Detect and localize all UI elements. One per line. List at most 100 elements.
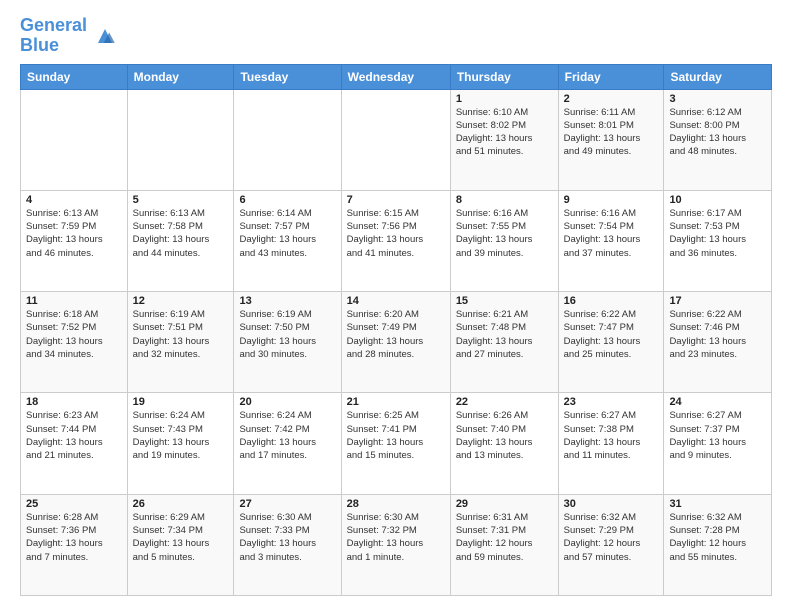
day-number: 18	[26, 396, 122, 408]
day-number: 8	[456, 194, 553, 206]
day-info: Sunrise: 6:19 AM Sunset: 7:50 PM Dayligh…	[239, 308, 335, 361]
day-number: 1	[456, 93, 553, 105]
weekday-header: Monday	[127, 64, 234, 89]
calendar-cell: 25Sunrise: 6:28 AM Sunset: 7:36 PM Dayli…	[21, 494, 128, 595]
page: General Blue SundayMondayTuesdayWednesda…	[0, 0, 792, 612]
logo-blue-text: Blue	[20, 35, 59, 55]
day-info: Sunrise: 6:19 AM Sunset: 7:51 PM Dayligh…	[133, 308, 229, 361]
calendar-week-row: 4Sunrise: 6:13 AM Sunset: 7:59 PM Daylig…	[21, 190, 772, 291]
day-number: 31	[669, 498, 766, 510]
calendar-cell: 18Sunrise: 6:23 AM Sunset: 7:44 PM Dayli…	[21, 393, 128, 494]
day-info: Sunrise: 6:30 AM Sunset: 7:32 PM Dayligh…	[347, 511, 445, 564]
day-info: Sunrise: 6:32 AM Sunset: 7:28 PM Dayligh…	[669, 511, 766, 564]
day-info: Sunrise: 6:32 AM Sunset: 7:29 PM Dayligh…	[564, 511, 659, 564]
calendar-cell	[127, 89, 234, 190]
day-info: Sunrise: 6:10 AM Sunset: 8:02 PM Dayligh…	[456, 106, 553, 159]
day-number: 9	[564, 194, 659, 206]
logo-icon	[91, 22, 119, 50]
calendar-cell: 21Sunrise: 6:25 AM Sunset: 7:41 PM Dayli…	[341, 393, 450, 494]
day-info: Sunrise: 6:22 AM Sunset: 7:46 PM Dayligh…	[669, 308, 766, 361]
day-number: 23	[564, 396, 659, 408]
calendar-table: SundayMondayTuesdayWednesdayThursdayFrid…	[20, 64, 772, 596]
logo: General Blue	[20, 16, 119, 56]
calendar-week-row: 11Sunrise: 6:18 AM Sunset: 7:52 PM Dayli…	[21, 292, 772, 393]
day-info: Sunrise: 6:12 AM Sunset: 8:00 PM Dayligh…	[669, 106, 766, 159]
day-number: 2	[564, 93, 659, 105]
day-info: Sunrise: 6:13 AM Sunset: 7:58 PM Dayligh…	[133, 207, 229, 260]
day-info: Sunrise: 6:13 AM Sunset: 7:59 PM Dayligh…	[26, 207, 122, 260]
day-number: 4	[26, 194, 122, 206]
day-number: 12	[133, 295, 229, 307]
day-number: 29	[456, 498, 553, 510]
day-number: 20	[239, 396, 335, 408]
header: General Blue	[20, 16, 772, 56]
calendar-cell: 3Sunrise: 6:12 AM Sunset: 8:00 PM Daylig…	[664, 89, 772, 190]
day-info: Sunrise: 6:17 AM Sunset: 7:53 PM Dayligh…	[669, 207, 766, 260]
calendar-cell: 2Sunrise: 6:11 AM Sunset: 8:01 PM Daylig…	[558, 89, 664, 190]
day-info: Sunrise: 6:11 AM Sunset: 8:01 PM Dayligh…	[564, 106, 659, 159]
day-number: 3	[669, 93, 766, 105]
calendar-cell: 8Sunrise: 6:16 AM Sunset: 7:55 PM Daylig…	[450, 190, 558, 291]
calendar-cell: 17Sunrise: 6:22 AM Sunset: 7:46 PM Dayli…	[664, 292, 772, 393]
day-info: Sunrise: 6:16 AM Sunset: 7:54 PM Dayligh…	[564, 207, 659, 260]
calendar-cell: 5Sunrise: 6:13 AM Sunset: 7:58 PM Daylig…	[127, 190, 234, 291]
calendar-cell: 23Sunrise: 6:27 AM Sunset: 7:38 PM Dayli…	[558, 393, 664, 494]
calendar-cell: 28Sunrise: 6:30 AM Sunset: 7:32 PM Dayli…	[341, 494, 450, 595]
day-number: 21	[347, 396, 445, 408]
day-number: 7	[347, 194, 445, 206]
logo-blue: Blue	[20, 36, 87, 56]
day-number: 17	[669, 295, 766, 307]
day-info: Sunrise: 6:21 AM Sunset: 7:48 PM Dayligh…	[456, 308, 553, 361]
logo-general: General	[20, 15, 87, 35]
day-info: Sunrise: 6:27 AM Sunset: 7:37 PM Dayligh…	[669, 409, 766, 462]
calendar-cell: 10Sunrise: 6:17 AM Sunset: 7:53 PM Dayli…	[664, 190, 772, 291]
calendar-week-row: 1Sunrise: 6:10 AM Sunset: 8:02 PM Daylig…	[21, 89, 772, 190]
calendar-cell: 15Sunrise: 6:21 AM Sunset: 7:48 PM Dayli…	[450, 292, 558, 393]
calendar-cell: 13Sunrise: 6:19 AM Sunset: 7:50 PM Dayli…	[234, 292, 341, 393]
calendar-cell	[21, 89, 128, 190]
day-info: Sunrise: 6:24 AM Sunset: 7:43 PM Dayligh…	[133, 409, 229, 462]
day-info: Sunrise: 6:15 AM Sunset: 7:56 PM Dayligh…	[347, 207, 445, 260]
day-number: 15	[456, 295, 553, 307]
weekday-header: Tuesday	[234, 64, 341, 89]
day-number: 19	[133, 396, 229, 408]
day-number: 30	[564, 498, 659, 510]
day-info: Sunrise: 6:29 AM Sunset: 7:34 PM Dayligh…	[133, 511, 229, 564]
day-number: 26	[133, 498, 229, 510]
day-info: Sunrise: 6:16 AM Sunset: 7:55 PM Dayligh…	[456, 207, 553, 260]
calendar-cell: 14Sunrise: 6:20 AM Sunset: 7:49 PM Dayli…	[341, 292, 450, 393]
calendar-cell: 9Sunrise: 6:16 AM Sunset: 7:54 PM Daylig…	[558, 190, 664, 291]
weekday-row: SundayMondayTuesdayWednesdayThursdayFrid…	[21, 64, 772, 89]
day-number: 6	[239, 194, 335, 206]
weekday-header: Saturday	[664, 64, 772, 89]
calendar-cell: 22Sunrise: 6:26 AM Sunset: 7:40 PM Dayli…	[450, 393, 558, 494]
calendar-cell: 27Sunrise: 6:30 AM Sunset: 7:33 PM Dayli…	[234, 494, 341, 595]
day-number: 28	[347, 498, 445, 510]
calendar-cell: 12Sunrise: 6:19 AM Sunset: 7:51 PM Dayli…	[127, 292, 234, 393]
calendar-cell: 20Sunrise: 6:24 AM Sunset: 7:42 PM Dayli…	[234, 393, 341, 494]
day-info: Sunrise: 6:27 AM Sunset: 7:38 PM Dayligh…	[564, 409, 659, 462]
day-info: Sunrise: 6:18 AM Sunset: 7:52 PM Dayligh…	[26, 308, 122, 361]
day-info: Sunrise: 6:25 AM Sunset: 7:41 PM Dayligh…	[347, 409, 445, 462]
day-number: 11	[26, 295, 122, 307]
calendar-cell: 6Sunrise: 6:14 AM Sunset: 7:57 PM Daylig…	[234, 190, 341, 291]
calendar-cell: 4Sunrise: 6:13 AM Sunset: 7:59 PM Daylig…	[21, 190, 128, 291]
weekday-header: Thursday	[450, 64, 558, 89]
weekday-header: Sunday	[21, 64, 128, 89]
day-info: Sunrise: 6:30 AM Sunset: 7:33 PM Dayligh…	[239, 511, 335, 564]
day-number: 5	[133, 194, 229, 206]
day-info: Sunrise: 6:23 AM Sunset: 7:44 PM Dayligh…	[26, 409, 122, 462]
calendar-cell: 19Sunrise: 6:24 AM Sunset: 7:43 PM Dayli…	[127, 393, 234, 494]
weekday-header: Friday	[558, 64, 664, 89]
day-number: 27	[239, 498, 335, 510]
calendar-cell: 24Sunrise: 6:27 AM Sunset: 7:37 PM Dayli…	[664, 393, 772, 494]
day-number: 14	[347, 295, 445, 307]
calendar-cell: 30Sunrise: 6:32 AM Sunset: 7:29 PM Dayli…	[558, 494, 664, 595]
calendar-cell	[341, 89, 450, 190]
day-number: 10	[669, 194, 766, 206]
day-number: 16	[564, 295, 659, 307]
calendar-cell: 31Sunrise: 6:32 AM Sunset: 7:28 PM Dayli…	[664, 494, 772, 595]
day-info: Sunrise: 6:31 AM Sunset: 7:31 PM Dayligh…	[456, 511, 553, 564]
logo-text: General	[20, 16, 87, 36]
calendar-cell: 11Sunrise: 6:18 AM Sunset: 7:52 PM Dayli…	[21, 292, 128, 393]
